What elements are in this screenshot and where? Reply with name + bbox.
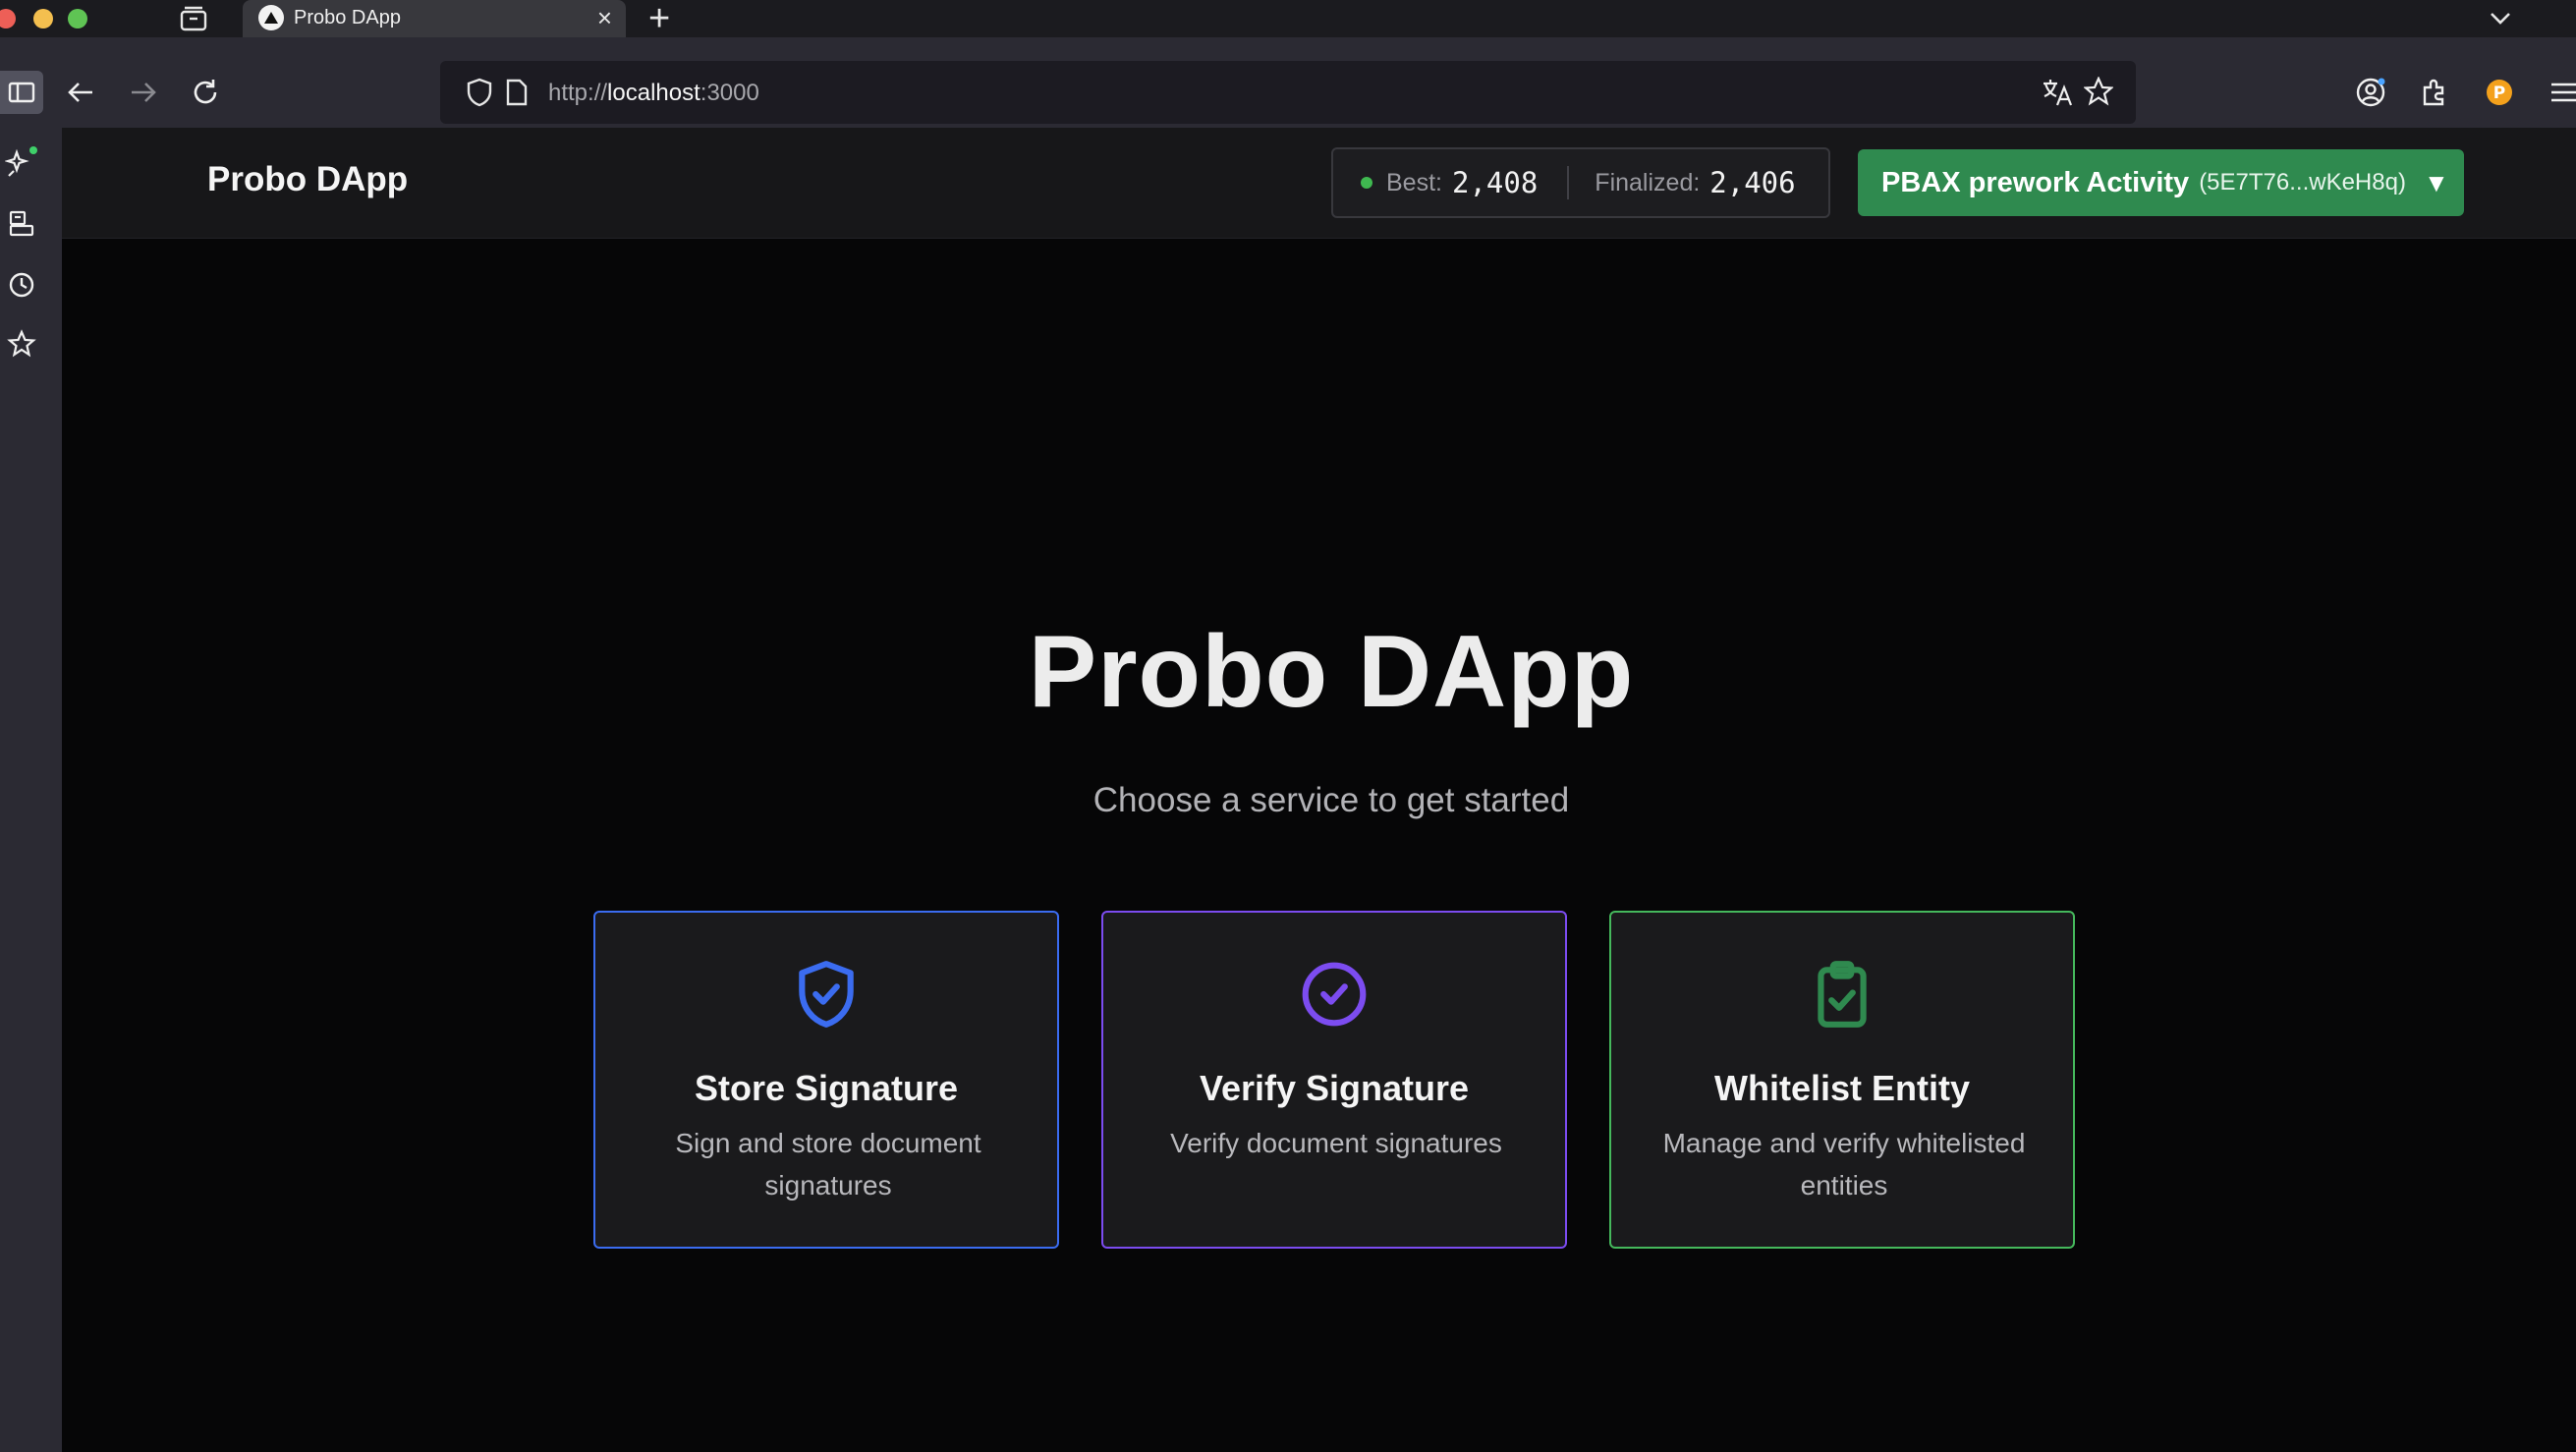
account-selector-button[interactable]: PBAX prework Activity (5E7T76...wKeH8q) … (1858, 149, 2464, 216)
tab-list-chevron-icon[interactable] (2486, 4, 2515, 36)
card-description: Sign and store document signatures (675, 1128, 981, 1201)
bookmark-star-icon[interactable] (2083, 76, 2114, 111)
forward-arrow-icon[interactable] (124, 73, 163, 112)
account-icon[interactable] (2351, 73, 2390, 112)
finalized-value: 2,406 (1709, 166, 1796, 199)
app-header: Probo DApp Best: 2,408 Finalized: 2,406 … (62, 128, 2576, 239)
card-title: Store Signature (694, 1068, 959, 1108)
status-dot-icon (1361, 177, 1372, 189)
shield-icon[interactable] (466, 78, 493, 112)
tab-overview-icon[interactable] (177, 4, 210, 33)
history-clock-icon[interactable] (2, 265, 41, 305)
svg-text:P: P (2493, 84, 2505, 103)
finalized-label: Finalized: (1595, 168, 1701, 196)
extension-p-icon[interactable]: P (2480, 73, 2519, 112)
block-status: Best: 2,408 Finalized: 2,406 (1331, 147, 1830, 218)
url-text[interactable]: http://localhost:3000 (548, 80, 759, 107)
best-label: Best: (1386, 168, 1442, 196)
dropdown-caret-icon: ▼ (2423, 167, 2449, 197)
account-address: (5E7T76...wKeH8q) (2199, 169, 2406, 195)
best-value: 2,408 (1451, 166, 1539, 199)
shield-check-icon (595, 958, 1057, 1031)
hero-title: Probo DApp (1028, 615, 1635, 729)
card-description: Manage and verify whitelisted entities (1662, 1128, 2026, 1201)
app-brand[interactable]: Probo DApp (207, 160, 408, 199)
window-minimize-button[interactable] (33, 9, 53, 28)
menu-icon[interactable] (2543, 73, 2576, 112)
sidebar-toggle-icon[interactable] (0, 71, 43, 114)
card-title: Verify Signature (1199, 1068, 1470, 1108)
account-name: PBAX prework Activity (1881, 166, 2190, 198)
tab-close-icon[interactable]: × (597, 4, 612, 31)
page-content: Probo DApp Best: 2,408 Finalized: 2,406 … (62, 128, 2576, 1452)
triangle-logo-icon (258, 5, 284, 30)
translate-icon[interactable] (2042, 78, 2073, 112)
ai-sparkle-icon[interactable] (2, 143, 41, 183)
clipboard-check-icon (1611, 958, 2073, 1031)
bookmarks-star-icon[interactable] (2, 324, 41, 363)
address-bar[interactable]: http://localhost:3000 (440, 61, 2136, 124)
window-zoom-button[interactable] (68, 9, 87, 28)
extensions-icon[interactable] (2415, 73, 2454, 112)
browser-tab-strip: Probo DApp × + (0, 0, 2576, 47)
store-signature-card[interactable]: Store Signature Sign and store document … (593, 911, 1059, 1249)
new-tab-button[interactable]: + (648, 0, 670, 37)
circle-check-icon (1103, 958, 1565, 1031)
reload-icon[interactable] (186, 73, 225, 112)
window-close-button[interactable] (0, 9, 16, 28)
card-title: Whitelist Entity (1714, 1068, 1970, 1108)
card-description: Verify document signatures (1170, 1128, 1502, 1158)
whitelist-entity-card[interactable]: Whitelist Entity Manage and verify white… (1609, 911, 2075, 1249)
hero-subtitle: Choose a service to get started (1092, 781, 1570, 819)
browser-toolbar: http://localhost:3000 P (0, 37, 2576, 128)
back-arrow-icon[interactable] (61, 73, 100, 112)
page-icon (505, 79, 529, 111)
browser-sidebar (0, 128, 62, 1452)
verify-signature-card[interactable]: Verify Signature Verify document signatu… (1101, 911, 1567, 1249)
tab-title: Probo DApp (294, 7, 401, 28)
sync-tabs-icon[interactable] (2, 204, 41, 244)
status-divider (1567, 166, 1570, 199)
